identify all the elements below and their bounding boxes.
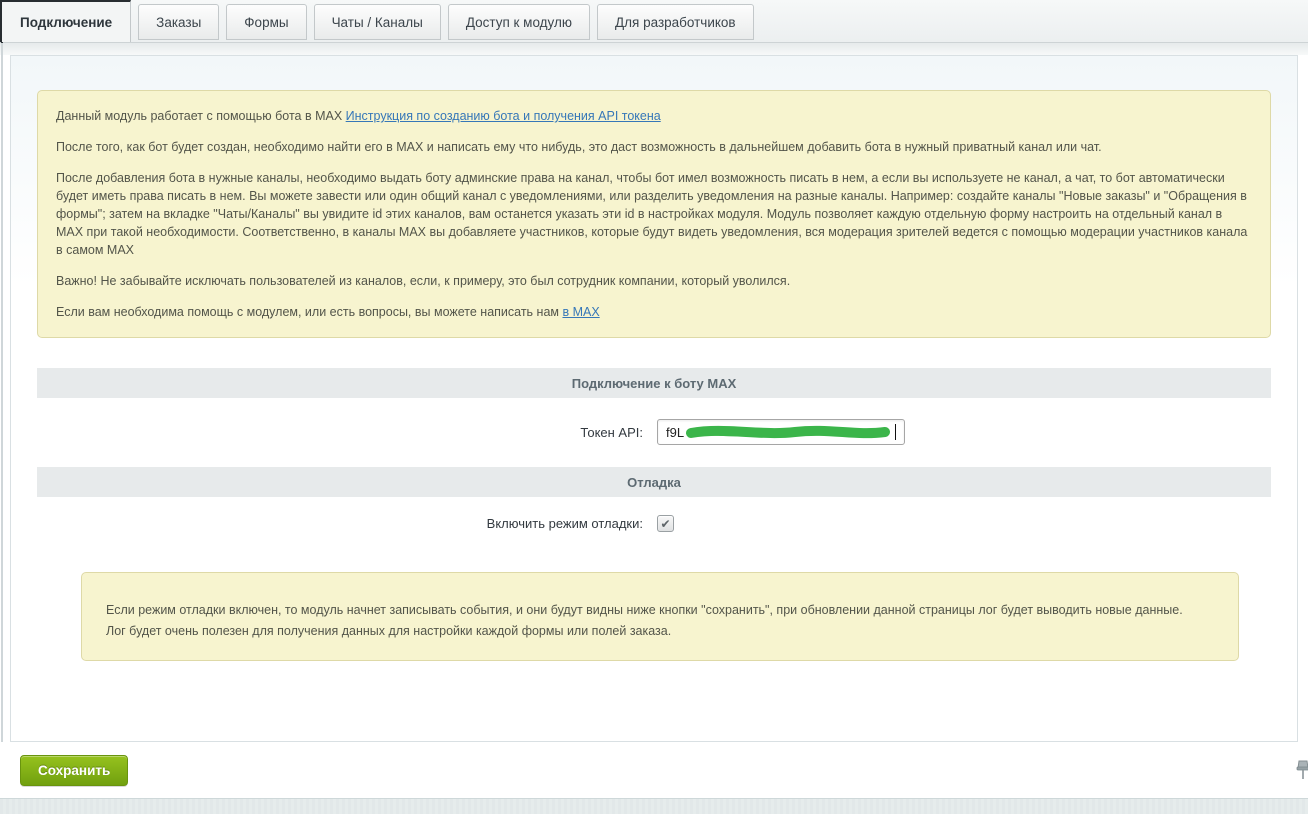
tab-connection[interactable]: Подключение (0, 0, 131, 42)
content-panel: Данный модуль работает с помощью бота в … (10, 55, 1298, 742)
tab-bar: Подключение Заказы Формы Чаты / Каналы Д… (0, 0, 1308, 42)
info-intro-text: Данный модуль работает с помощью бота в … (56, 109, 346, 123)
info-paragraph-support: Если вам необходима помощь с модулем, ил… (56, 303, 1252, 321)
token-api-input[interactable] (657, 419, 905, 445)
support-text: Если вам необходима помощь с модулем, ил… (56, 305, 562, 319)
module-info-box: Данный модуль работает с помощью бота в … (37, 90, 1271, 338)
info-paragraph-after-create: После того, как бот будет создан, необхо… (56, 138, 1252, 156)
section-header-debug: Отладка (37, 467, 1271, 497)
pin-icon[interactable] (1295, 759, 1308, 786)
window-left-edge (1, 0, 3, 743)
tab-forms[interactable]: Формы (226, 4, 306, 40)
debug-note-box: Если режим отладки включен, то модуль на… (81, 572, 1239, 661)
info-paragraph-intro: Данный модуль работает с помощью бота в … (56, 107, 1252, 125)
tab-orders[interactable]: Заказы (138, 4, 219, 40)
support-link[interactable]: в MAX (562, 305, 599, 319)
tab-developers[interactable]: Для разработчиков (597, 4, 754, 40)
tab-module-access[interactable]: Доступ к модулю (448, 4, 590, 40)
page-bottom-strip (0, 798, 1308, 814)
debug-mode-checkbox[interactable]: ✔ (657, 515, 674, 532)
debug-note-line: Лог будет очень полезен для получения да… (106, 621, 1214, 642)
token-api-label: Токен API: (37, 425, 657, 440)
save-button[interactable]: Сохранить (20, 755, 128, 786)
debug-note-line: Если режим отладки включен, то модуль на… (106, 600, 1214, 621)
tab-chats-channels[interactable]: Чаты / Каналы (314, 4, 441, 40)
debug-mode-row: Включить режим отладки: ✔ (37, 515, 1271, 532)
section-header-connection: Подключение к боту MAX (37, 368, 1271, 398)
token-api-row: Токен API: (37, 419, 1271, 445)
debug-mode-label: Включить режим отладки: (37, 516, 657, 531)
info-paragraph-important: Важно! Не забывайте исключать пользовате… (56, 272, 1252, 290)
text-cursor (895, 424, 896, 440)
token-input-wrap (657, 419, 905, 445)
tab-bar-underline (0, 42, 1308, 55)
check-icon: ✔ (660, 517, 670, 531)
footer-bar: Сохранить (0, 742, 1308, 798)
instruction-link[interactable]: Инструкция по созданию бота и получения … (346, 109, 661, 123)
info-paragraph-channels: После добавления бота в нужные каналы, н… (56, 169, 1252, 259)
